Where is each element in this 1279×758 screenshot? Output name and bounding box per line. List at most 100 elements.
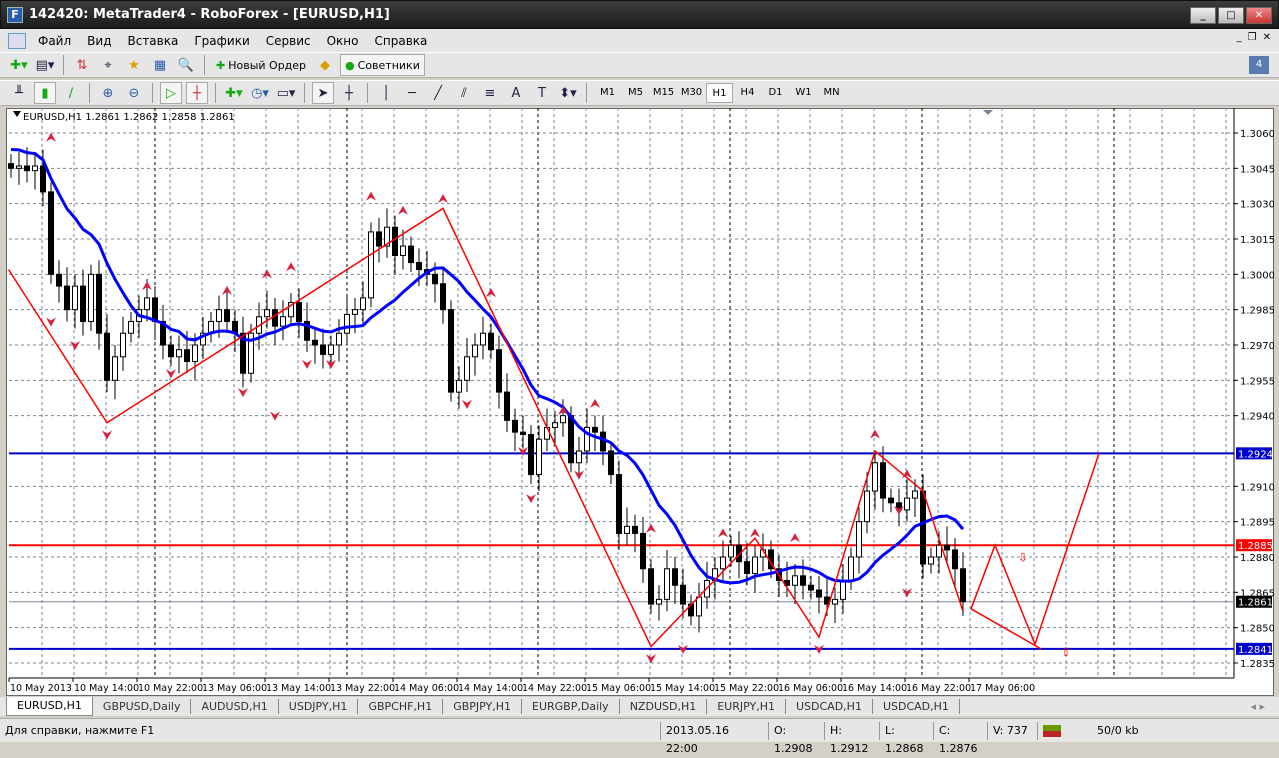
alert-icon[interactable]: ◆	[314, 54, 336, 76]
moving-average-line	[10, 148, 965, 585]
timeframe-m1[interactable]: M1	[594, 83, 621, 103]
notification-badge[interactable]: 4	[1249, 56, 1269, 74]
timeframe-m30[interactable]: M30	[678, 83, 705, 103]
menu-tools[interactable]: Сервис	[258, 34, 319, 48]
text-icon[interactable]: A	[505, 82, 527, 104]
time-tick-label: 14 May 06:00	[394, 683, 459, 694]
cursor-icon[interactable]: ➤	[312, 82, 334, 104]
trendline-icon[interactable]: ╱	[427, 82, 449, 104]
navigator-icon[interactable]: ★	[123, 54, 145, 76]
bear-candle	[40, 165, 46, 193]
bear-candle	[592, 426, 598, 433]
maximize-button[interactable]: □	[1218, 7, 1244, 24]
chart-tab[interactable]: EURUSD,H1	[6, 697, 93, 716]
chart-tab[interactable]: GBPJPY,H1	[443, 699, 523, 714]
new-chart-icon[interactable]: ✚▾	[8, 54, 30, 76]
chart-tab[interactable]: GBPCHF,H1	[358, 699, 444, 714]
bull-candle	[176, 349, 182, 358]
bull-candle	[696, 596, 702, 617]
chart-tab[interactable]: GBPUSD,Daily	[93, 699, 192, 714]
chart-tab[interactable]: NZDUSD,H1	[620, 699, 708, 714]
new-order-button[interactable]: ✚ Новый Ордер	[212, 54, 310, 76]
time-tick-label: 15 May 22:00	[714, 683, 779, 694]
zoom-out-icon[interactable]: ⊖	[123, 82, 145, 104]
autoscroll-icon[interactable]: ▷	[160, 82, 182, 104]
time-tick-label: 13 May 14:00	[266, 683, 331, 694]
timeframe-toolbar: M1 M5 M15 M30 H1 H4 D1 W1 MN	[594, 83, 845, 103]
price-tick-label: 1.2880	[1240, 553, 1274, 564]
zoom-in-icon[interactable]: ⊕	[97, 82, 119, 104]
mdi-minimize-button[interactable]: _	[1237, 32, 1242, 43]
price-chart[interactable]: 1.3060 1.3045 1.3030 1.3015 1.3000 1.2985 1.29…	[1, 108, 1274, 696]
chart-tab[interactable]: USDJPY,H1	[279, 699, 359, 714]
timeframe-d1[interactable]: D1	[762, 83, 789, 103]
templates-icon[interactable]: ▭▾	[275, 82, 297, 104]
equidistant-channel-icon[interactable]: ⫽	[453, 82, 475, 104]
timeframe-w1[interactable]: W1	[790, 83, 817, 103]
timeframe-h1[interactable]: H1	[706, 83, 733, 103]
bull-candle	[360, 297, 366, 311]
indicators-icon[interactable]: ✚▾	[223, 82, 245, 104]
timeframe-mn[interactable]: MN	[818, 83, 845, 103]
bear-candle	[528, 434, 534, 476]
bull-candle	[280, 316, 286, 327]
horizontal-line-icon[interactable]: ─	[401, 82, 423, 104]
fractal-down-arrow	[102, 430, 112, 440]
menu-file[interactable]: Файл	[30, 34, 79, 48]
text-label-icon[interactable]: T	[531, 82, 553, 104]
price-label: 1.2885	[1238, 541, 1273, 552]
candlestick-icon[interactable]: ▮	[34, 82, 56, 104]
data-window-icon[interactable]: ⌖	[97, 54, 119, 76]
chart-tab[interactable]: EURGBP,Daily	[522, 699, 620, 714]
time-tick-label: 14 May 22:00	[522, 683, 587, 694]
market-watch-icon[interactable]: ⇅	[71, 54, 93, 76]
status-close: C: 1.2876	[933, 721, 987, 755]
bull-candle	[472, 344, 478, 358]
tab-scroll-arrows[interactable]: ◂ ▸	[1250, 700, 1265, 713]
fibonacci-icon[interactable]: ≡	[479, 82, 501, 104]
bull-candle	[576, 450, 582, 464]
mdi-close-button[interactable]: ✕	[1263, 32, 1271, 43]
close-button[interactable]: ✕	[1246, 7, 1272, 24]
vertical-line-icon[interactable]: │	[375, 82, 397, 104]
terminal-icon[interactable]: ▦	[149, 54, 171, 76]
bull-candle	[120, 332, 126, 358]
bear-candle	[504, 391, 510, 421]
bull-candle	[336, 332, 342, 346]
timeframe-h4[interactable]: H4	[734, 83, 761, 103]
menu-view[interactable]: Вид	[79, 34, 119, 48]
crosshair-icon[interactable]: ┼	[338, 82, 360, 104]
price-tick-label: 1.2970	[1240, 341, 1274, 352]
status-bar: Для справки, нажмите F1 2013.05.16 22:00…	[0, 718, 1279, 755]
toolbar-separator	[63, 55, 64, 75]
arrows-icon[interactable]: ⬍▾	[557, 82, 579, 104]
timeframe-m5[interactable]: M5	[622, 83, 649, 103]
bear-candle	[64, 285, 70, 311]
menu-insert[interactable]: Вставка	[119, 34, 186, 48]
minimize-button[interactable]: _	[1190, 7, 1216, 24]
tester-icon[interactable]: 🔍	[175, 54, 197, 76]
bull-candle	[560, 415, 566, 424]
experts-button[interactable]: ● Советники	[340, 54, 425, 76]
line-chart-icon[interactable]: ∕	[60, 82, 82, 104]
chart-tab[interactable]: USDCAD,H1	[786, 699, 873, 714]
status-help: Для справки, нажмите F1	[5, 723, 155, 737]
timeframe-m15[interactable]: M15	[650, 83, 677, 103]
chart-shift-icon[interactable]: ┼	[186, 82, 208, 104]
menu-charts[interactable]: Графики	[186, 34, 257, 48]
menu-help[interactable]: Справка	[367, 34, 436, 48]
chart-doc-icon[interactable]	[8, 32, 26, 49]
chart-tab[interactable]: USDCAD,H1	[873, 699, 960, 714]
periods-icon[interactable]: ◷▾	[249, 82, 271, 104]
chart-window[interactable]: 1.3060 1.3045 1.3030 1.3015 1.3000 1.2985 1.29…	[6, 108, 1274, 696]
chart-tab[interactable]: EURJPY,H1	[707, 699, 786, 714]
down-arrow-icon: ⇩	[1018, 551, 1028, 565]
bar-chart-icon[interactable]: ╨	[8, 82, 30, 104]
time-tick-label: 15 May 14:00	[650, 683, 715, 694]
menu-window[interactable]: Окно	[319, 34, 367, 48]
profiles-icon[interactable]: ▤▾	[34, 54, 56, 76]
mdi-restore-button[interactable]: ❐	[1248, 32, 1257, 43]
time-tick-label: 16 May 22:00	[906, 683, 971, 694]
window-title: 142420: MetaTrader4 - RoboForex - [EURUS…	[29, 7, 390, 22]
chart-tab[interactable]: AUDUSD,H1	[191, 699, 279, 714]
